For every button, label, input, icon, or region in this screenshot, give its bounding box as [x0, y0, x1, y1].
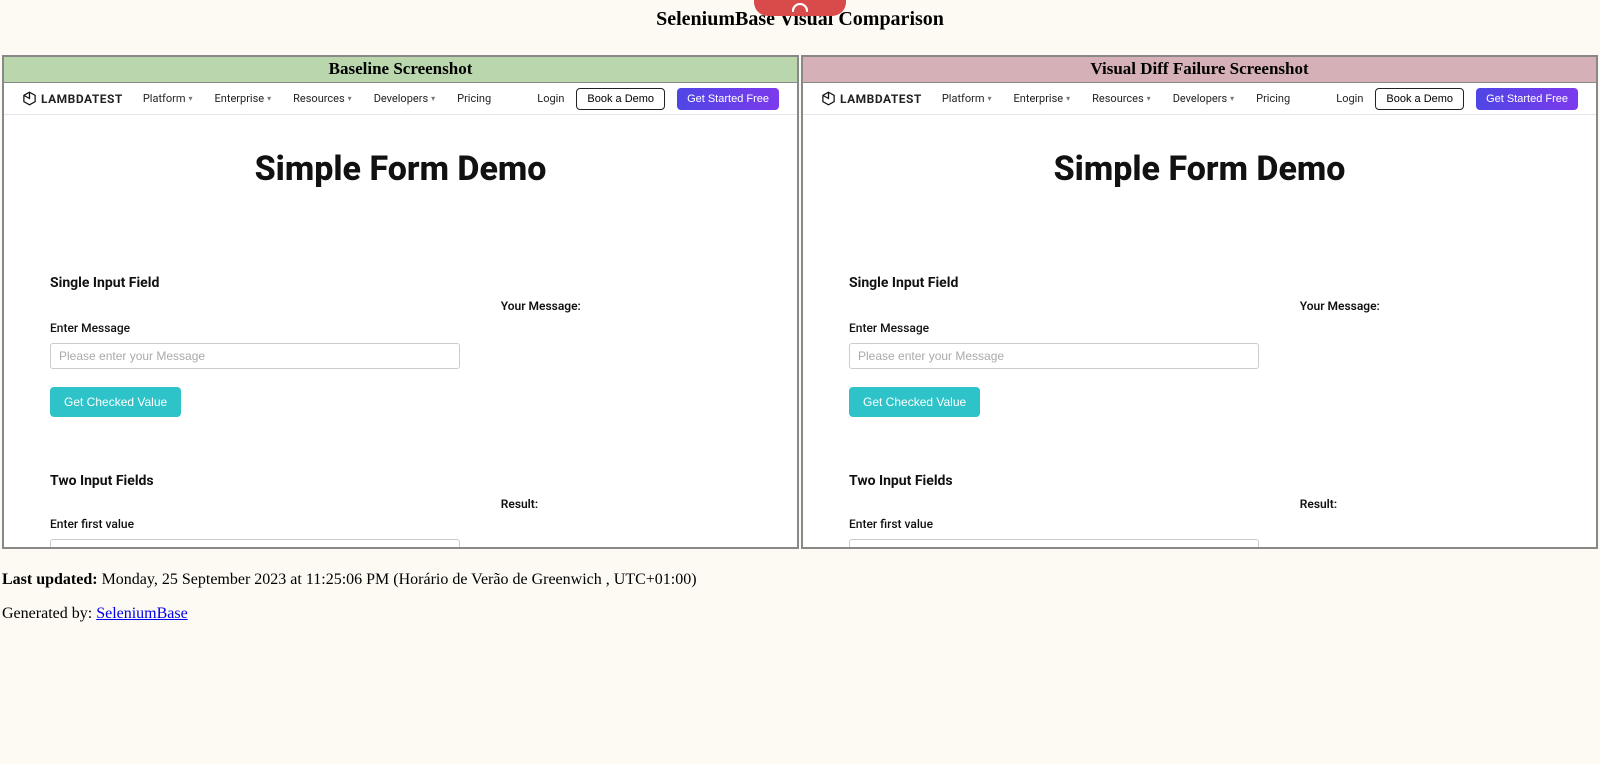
badge-arc-icon	[791, 3, 809, 13]
nav: Platform▾ Enterprise▾ Resources▾ Develop…	[942, 92, 1290, 105]
logo-icon	[22, 91, 37, 106]
book-demo-button[interactable]: Book a Demo	[576, 88, 665, 110]
login-link[interactable]: Login	[1336, 92, 1363, 105]
nav-developers[interactable]: Developers▾	[374, 92, 435, 105]
baseline-panel: Baseline Screenshot LAMBDATEST Platform▾…	[2, 55, 799, 549]
logo[interactable]: LAMBDATEST	[821, 91, 922, 106]
baseline-app: LAMBDATEST Platform▾ Enterprise▾ Resourc…	[4, 83, 797, 547]
get-checked-value-button[interactable]: Get Checked Value	[50, 387, 181, 417]
nav-enterprise[interactable]: Enterprise▾	[215, 92, 272, 105]
enter-message-label: Enter Message	[50, 321, 461, 335]
failure-panel: Visual Diff Failure Screenshot LAMBDATES…	[801, 55, 1598, 549]
last-updated-label: Last updated:	[2, 571, 98, 588]
message-input[interactable]	[849, 343, 1259, 369]
comparison-container: Baseline Screenshot LAMBDATEST Platform▾…	[0, 55, 1600, 549]
chevron-down-icon: ▾	[431, 94, 435, 103]
nav-platform[interactable]: Platform▾	[143, 92, 193, 105]
get-started-button[interactable]: Get Started Free	[1476, 88, 1578, 110]
generated-by-line: Generated by: SeleniumBase	[2, 605, 1598, 623]
logo-icon	[821, 91, 836, 106]
get-started-button[interactable]: Get Started Free	[677, 88, 779, 110]
footer: Last updated: Monday, 25 September 2023 …	[0, 571, 1600, 623]
app-heading: Simple Form Demo	[24, 149, 777, 189]
first-value-label: Enter first value	[849, 517, 1260, 531]
message-input[interactable]	[50, 343, 460, 369]
chevron-down-icon: ▾	[348, 94, 352, 103]
generated-by-label: Generated by:	[2, 605, 96, 622]
baseline-header: Baseline Screenshot	[4, 57, 797, 83]
app-heading: Simple Form Demo	[823, 149, 1576, 189]
logo[interactable]: LAMBDATEST	[22, 91, 123, 106]
your-message-label: Your Message:	[1300, 299, 1576, 313]
single-input-section: Single Input Field Enter Message Get Che…	[24, 275, 777, 417]
chevron-down-icon: ▾	[988, 94, 992, 103]
nav-developers[interactable]: Developers▾	[1173, 92, 1234, 105]
auth-area: Login Book a Demo Get Started Free	[1336, 88, 1578, 110]
auth-area: Login Book a Demo Get Started Free	[537, 88, 779, 110]
nav-enterprise[interactable]: Enterprise▾	[1014, 92, 1071, 105]
nav-pricing[interactable]: Pricing	[1256, 92, 1290, 105]
two-input-section: Two Input Fields Enter first value Resul…	[24, 473, 777, 547]
single-input-section: Single Input Field Enter Message Get Che…	[823, 275, 1576, 417]
failure-app: LAMBDATEST Platform▾ Enterprise▾ Resourc…	[803, 83, 1596, 547]
chevron-down-icon: ▾	[1230, 94, 1234, 103]
login-link[interactable]: Login	[537, 92, 564, 105]
two-section-title: Two Input Fields	[50, 473, 461, 489]
nav-platform[interactable]: Platform▾	[942, 92, 992, 105]
result-label: Result:	[501, 497, 777, 511]
chevron-down-icon: ▾	[189, 94, 193, 103]
chevron-down-icon: ▾	[1147, 94, 1151, 103]
first-value-label: Enter first value	[50, 517, 461, 531]
last-updated-value: Monday, 25 September 2023 at 11:25:06 PM…	[98, 571, 697, 588]
chevron-down-icon: ▾	[1066, 94, 1070, 103]
last-updated-line: Last updated: Monday, 25 September 2023 …	[2, 571, 1598, 589]
first-value-input[interactable]	[849, 539, 1259, 547]
top-badge	[754, 0, 846, 16]
result-label: Result:	[1300, 497, 1576, 511]
failure-header: Visual Diff Failure Screenshot	[803, 57, 1596, 83]
get-checked-value-button[interactable]: Get Checked Value	[849, 387, 980, 417]
single-section-title: Single Input Field	[849, 275, 1260, 291]
book-demo-button[interactable]: Book a Demo	[1375, 88, 1464, 110]
nav-resources[interactable]: Resources▾	[293, 92, 352, 105]
topbar: LAMBDATEST Platform▾ Enterprise▾ Resourc…	[4, 83, 797, 115]
enter-message-label: Enter Message	[849, 321, 1260, 335]
app-body: Simple Form Demo Single Input Field Ente…	[803, 149, 1596, 547]
app-body: Simple Form Demo Single Input Field Ente…	[4, 149, 797, 547]
logo-text: LAMBDATEST	[840, 92, 922, 106]
chevron-down-icon: ▾	[267, 94, 271, 103]
your-message-label: Your Message:	[501, 299, 777, 313]
single-section-title: Single Input Field	[50, 275, 461, 291]
nav-pricing[interactable]: Pricing	[457, 92, 491, 105]
two-input-section: Two Input Fields Enter first value Resul…	[823, 473, 1576, 547]
first-value-input[interactable]	[50, 539, 460, 547]
nav: Platform▾ Enterprise▾ Resources▾ Develop…	[143, 92, 491, 105]
two-section-title: Two Input Fields	[849, 473, 1260, 489]
seleniumbase-link[interactable]: SeleniumBase	[96, 605, 188, 622]
topbar: LAMBDATEST Platform▾ Enterprise▾ Resourc…	[803, 83, 1596, 115]
nav-resources[interactable]: Resources▾	[1092, 92, 1151, 105]
logo-text: LAMBDATEST	[41, 92, 123, 106]
